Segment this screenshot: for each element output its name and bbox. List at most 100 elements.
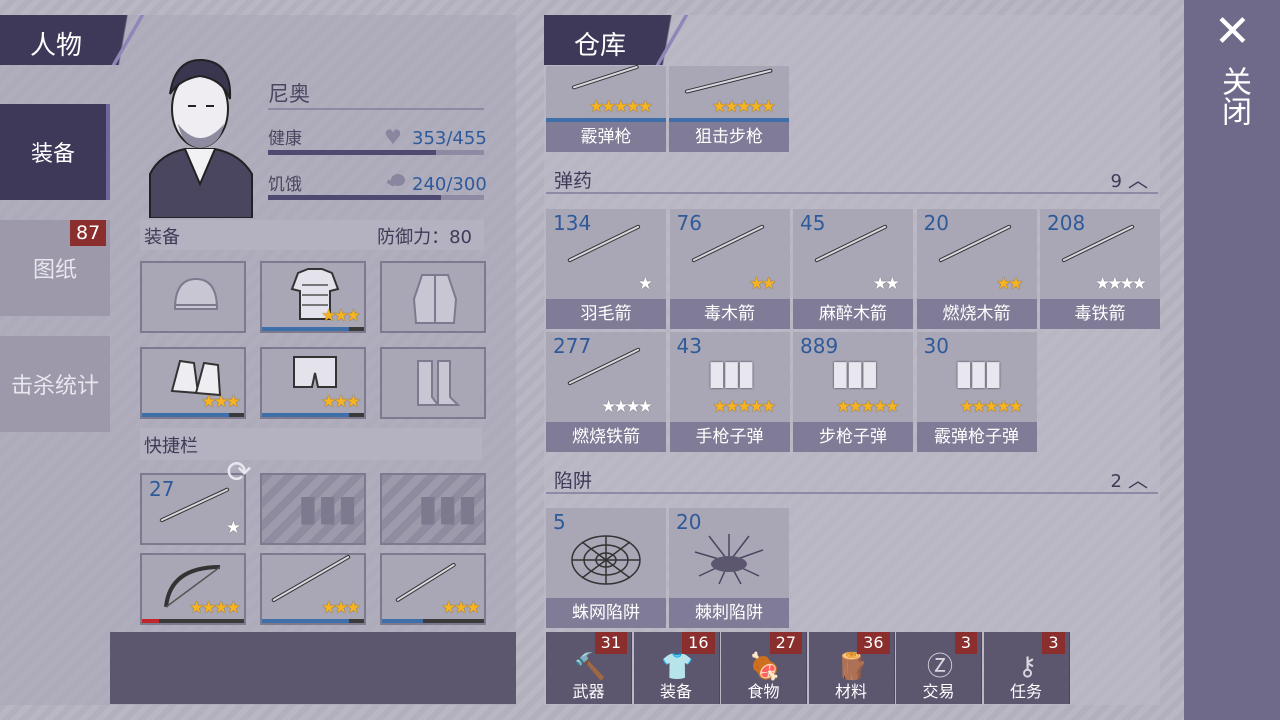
rating-stars: ★★★ (321, 392, 361, 412)
category-tab[interactable]: 🔨 31 武器 (546, 632, 632, 704)
weapon-label: 霰弹枪 (546, 122, 666, 152)
tab-kill-stats-label: 击杀统计 (10, 374, 99, 399)
ammo-label: 燃烧木箭 (916, 299, 1037, 329)
rating-stars: ★★★★★ (835, 397, 900, 417)
category-label: 任务 (1009, 682, 1042, 701)
trap-card-spiderweb[interactable]: 5 蛛网陷阱 (546, 508, 666, 628)
tab-blueprints-label: 图纸 (32, 258, 77, 283)
item-count: 27 (149, 477, 175, 501)
hunger-bar-fill (268, 195, 441, 200)
blueprints-badge: 87 (70, 220, 107, 246)
helmet-icon (173, 277, 219, 310)
quickbar-slot-6[interactable]: ★★★ (380, 553, 486, 625)
equip-slot-pants[interactable]: ★★★ (260, 347, 366, 419)
item-count: 134 (553, 211, 592, 235)
rating-stars: ★★★ (321, 306, 361, 326)
item-count: 76 (676, 211, 702, 235)
rating-stars: ★★★ (321, 598, 361, 618)
ammo-card[interactable]: 43 ▮▮▮ ★★★★★ 手枪子弹 (669, 332, 790, 452)
weapon-label: 狙击步枪 (669, 122, 789, 152)
quickbar-slot-5[interactable]: ★★★ (260, 553, 366, 625)
trap-card-spike[interactable]: 20 棘刺陷阱 (669, 508, 789, 628)
quickbar-slot-2[interactable]: ▮▮▮ (260, 473, 366, 545)
item-count: 43 (676, 334, 702, 358)
heart-icon: ♥ (384, 125, 402, 149)
item-count: 5 (553, 510, 566, 534)
durability-bar (142, 619, 160, 623)
boots-icon (417, 360, 461, 406)
ammo-card[interactable]: 134 ★ 羽毛箭 (546, 209, 666, 329)
ammo-card[interactable]: 45 ★★ 麻醉木箭 (793, 209, 913, 329)
category-badge: 36 (857, 632, 890, 654)
ammo-card[interactable]: 277 ★★★★ 燃烧铁箭 (546, 332, 666, 452)
health-bar (268, 150, 484, 155)
ammo-section-header[interactable]: 弹药 9 ︿ (546, 162, 1158, 194)
trap-label: 蛛网陷阱 (546, 598, 666, 628)
rating-stars: ★★ (996, 274, 1024, 294)
item-count: 208 (1047, 211, 1086, 235)
equipment-header: 装备 防御力：80 (140, 220, 484, 250)
category-tab[interactable]: 🍖 27 食物 (721, 632, 807, 704)
chevron-up-icon: ︿ (1128, 168, 1148, 192)
ammo-card[interactable]: 20 ★★ 燃烧木箭 (916, 209, 1037, 329)
equip-slot-boots[interactable] (380, 347, 486, 419)
tab-kill-stats[interactable]: 击杀统计 (0, 336, 110, 432)
close-sidebar[interactable]: ✕ 关闭 (1184, 0, 1280, 720)
drumstick-icon (384, 172, 406, 190)
ammo-card[interactable]: 76 ★★ 毒木箭 (669, 209, 790, 329)
health-value: 353/455 (412, 128, 487, 149)
rating-stars: ★★★★★ (588, 97, 653, 117)
equip-slot-armor[interactable]: ★★★ (260, 261, 366, 333)
rating-stars: ★★★★★ (959, 397, 1023, 417)
weapon-card-shotgun[interactable]: ★★★★★ 霰弹枪 (546, 64, 666, 152)
equip-slot-gloves[interactable]: ★★★ (140, 347, 246, 419)
durability-bar (262, 413, 349, 417)
close-icon[interactable]: ✕ (1214, 10, 1251, 54)
shotgun-shell-icon: ▮▮▮ (954, 353, 1003, 393)
ammo-card[interactable]: 889 ▮▮▮ ★★★★★ 步枪子弹 (793, 332, 913, 452)
item-count: 20 (923, 211, 949, 235)
ammo-card[interactable]: 208 ★★★★ 毒铁箭 (1040, 209, 1160, 329)
rating-stars: ★ (637, 274, 653, 294)
ammo-section-label: 弹药 (554, 170, 593, 192)
rating-stars: ★★★ (201, 392, 241, 412)
equip-slot-helmet[interactable] (140, 261, 246, 333)
ammo-placeholder-icon: ▮▮▮ (418, 488, 478, 529)
ammo-card[interactable]: 30 ▮▮▮ ★★★★★ 霰弹枪子弹 (916, 332, 1037, 452)
rating-stars: ★★★ (441, 598, 481, 618)
rating-stars: ★★ (749, 274, 777, 294)
category-tab[interactable]: 👕 16 装备 (633, 632, 720, 704)
category-badge: 3 (954, 632, 977, 654)
trap-label: 棘刺陷阱 (669, 598, 789, 628)
character-name: 尼奥 (268, 82, 310, 106)
category-tab[interactable]: Ⓩ 3 交易 (896, 632, 982, 704)
trap-section-toggle[interactable]: 2 ︿ (1111, 464, 1148, 493)
ammo-label: 毒木箭 (669, 299, 790, 329)
category-badge: 27 (769, 632, 802, 654)
tab-equipment-label: 装备 (30, 142, 75, 167)
ammo-placeholder-icon: ▮▮▮ (298, 488, 358, 529)
item-count: 277 (553, 334, 592, 358)
equip-slot-jacket[interactable] (380, 261, 486, 333)
category-label: 食物 (747, 682, 780, 701)
trap-section-header[interactable]: 陷阱 2 ︿ (546, 462, 1158, 494)
quickbar-slot-4[interactable]: ★★★★ (140, 553, 246, 625)
durability-bar (142, 413, 229, 417)
category-badge: 16 (682, 632, 715, 654)
equipment-label: 装备 (144, 227, 180, 248)
sniper-rifle-icon (684, 68, 773, 94)
category-tab[interactable]: 🪵 36 材料 (808, 632, 895, 704)
ammo-label: 毒铁箭 (1040, 299, 1160, 329)
quickbar-slot-3[interactable]: ▮▮▮ (380, 473, 486, 545)
close-label[interactable]: 关闭 (1216, 66, 1251, 126)
ammo-section-toggle[interactable]: 9 ︿ (1111, 164, 1148, 193)
category-tab[interactable]: ⚷ 3 任务 (983, 632, 1070, 704)
quickbar-label: 快捷栏 (144, 436, 198, 457)
swap-icon[interactable]: ⟳ (222, 456, 256, 490)
item-count: 30 (923, 334, 949, 358)
weapon-card-sniper[interactable]: ★★★★★ 狙击步枪 (669, 66, 789, 152)
rating-stars: ★★★★ (601, 397, 653, 417)
jacket-icon (412, 274, 458, 324)
tab-equipment[interactable]: 装备 (0, 104, 110, 200)
hunger-value: 240/300 (412, 174, 487, 195)
